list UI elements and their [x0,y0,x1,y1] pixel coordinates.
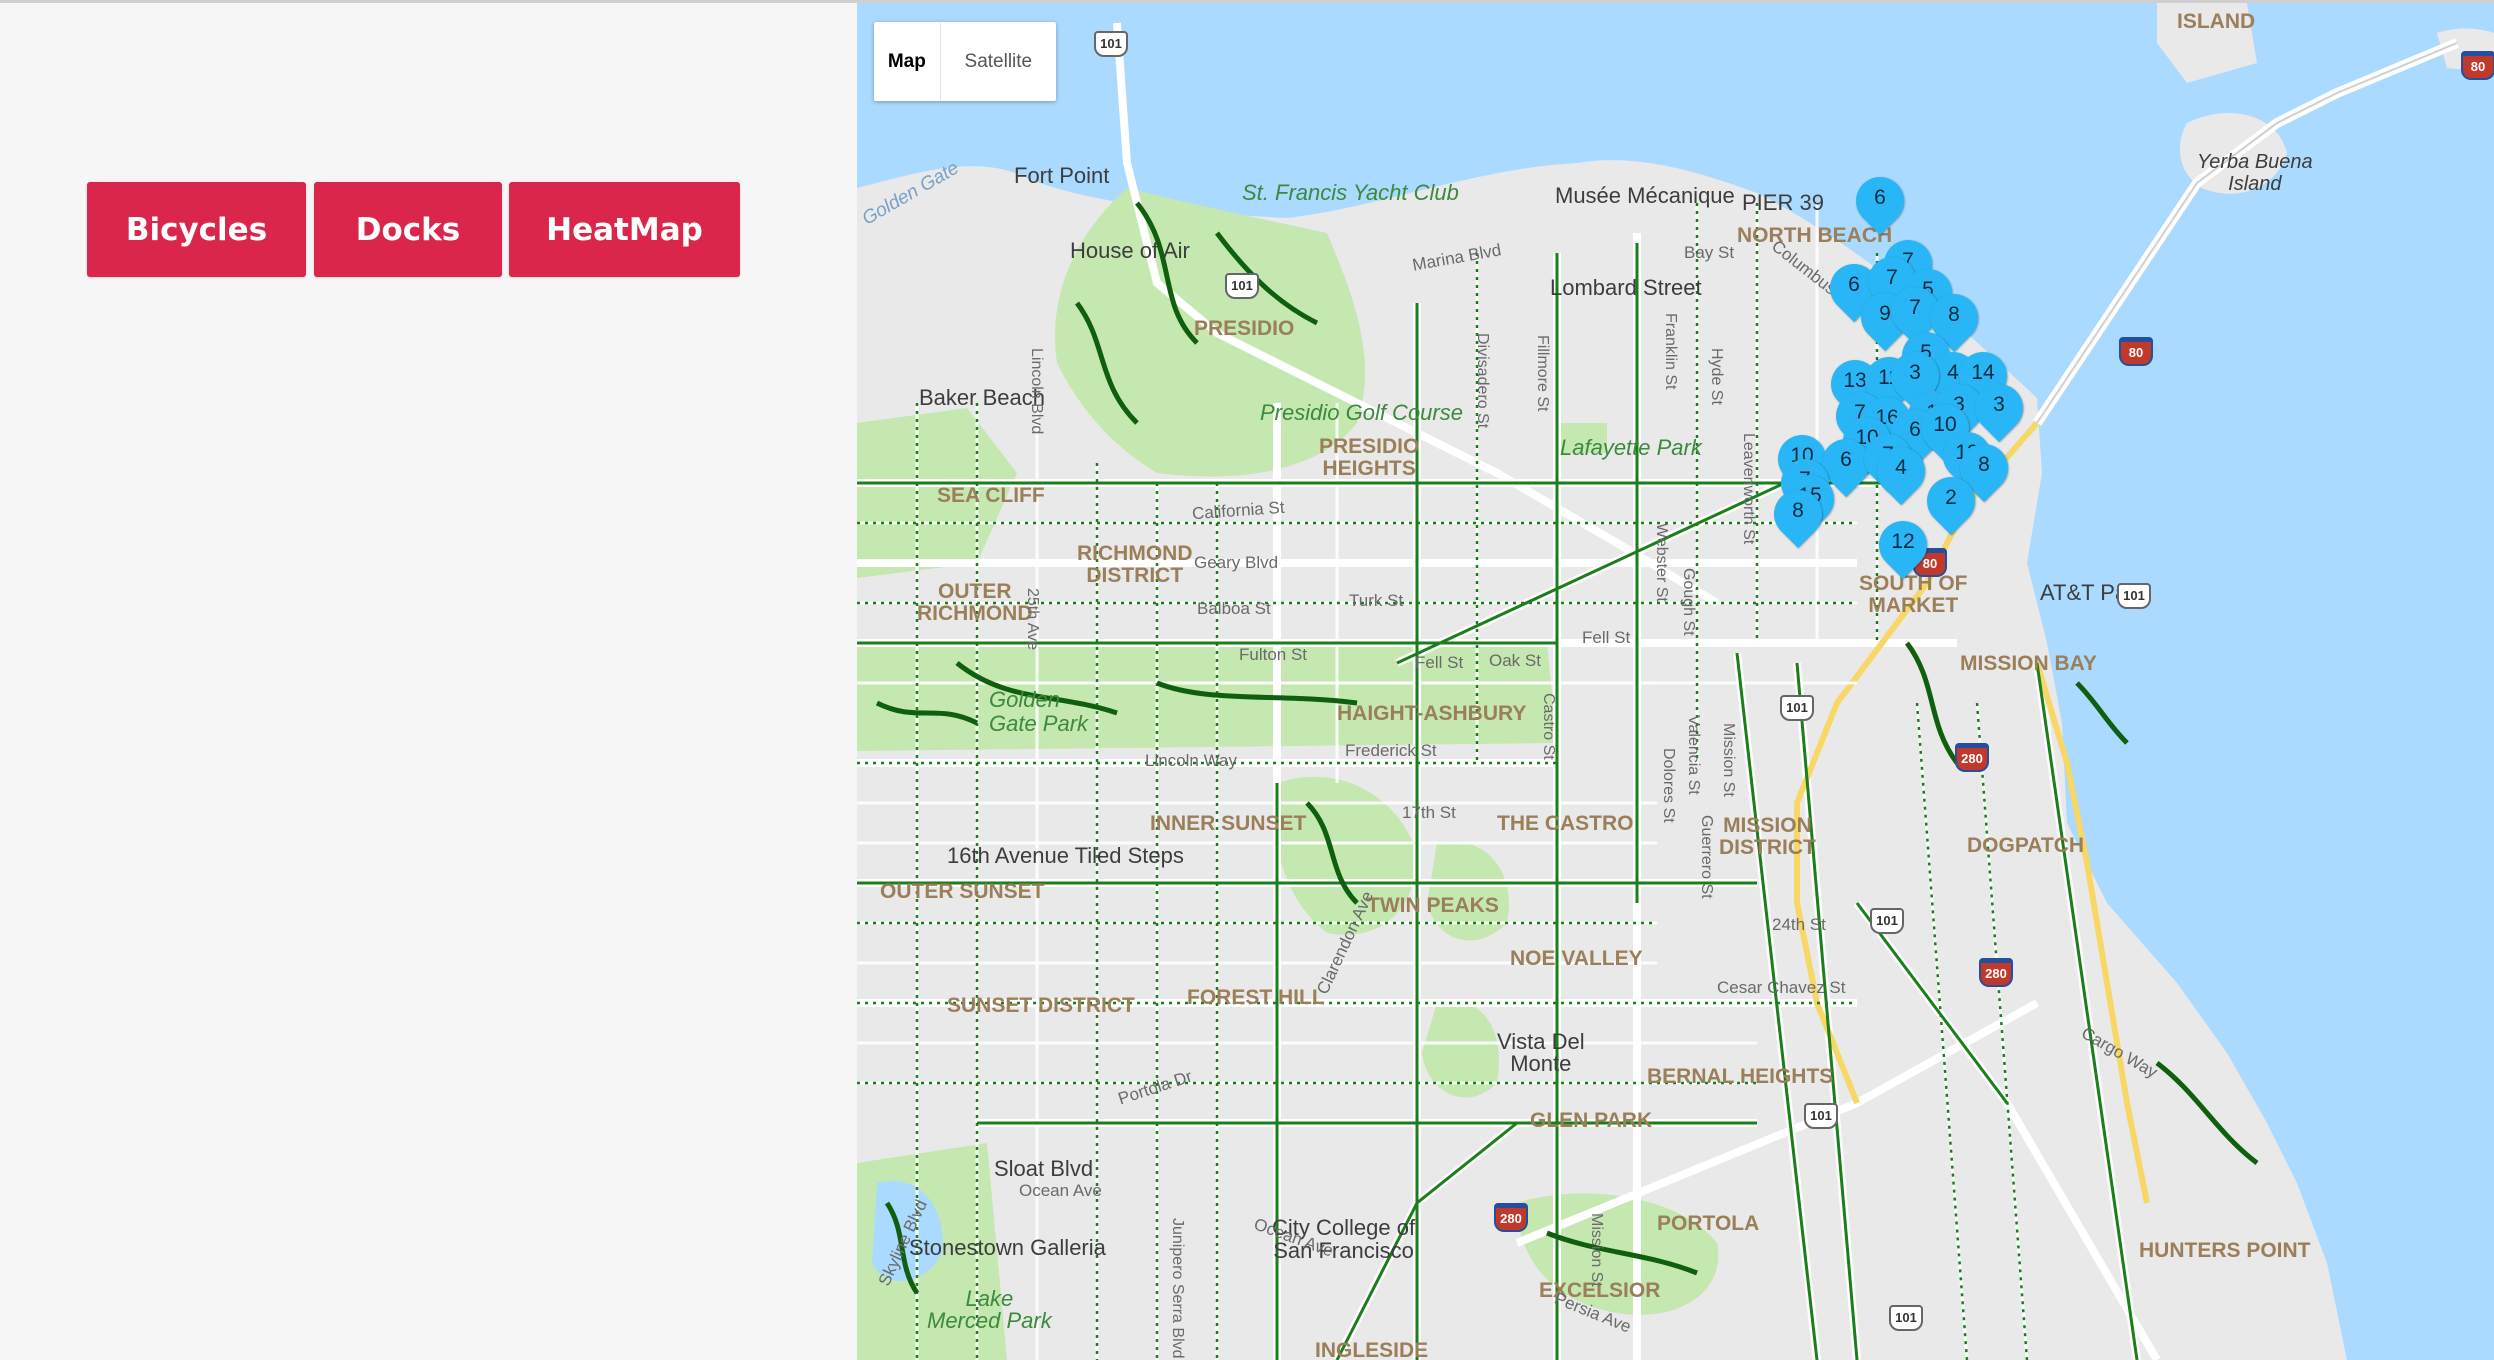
label-twin-peaks: TWIN PEAKS [1367,894,1499,917]
label-mission-st-south: Mission St [1588,1213,1605,1287]
label-bay-st: Bay St [1684,243,1735,262]
label-north-beach: NORTH BEACH [1737,224,1893,247]
label-balboa-st: Balboa St [1197,599,1271,618]
docks-button[interactable]: Docks [314,182,502,277]
label-oak-st: Oak St [1489,651,1541,670]
map-type-control: Map Satellite [874,22,1056,101]
label-bernal-heights: BERNAL HEIGHTS [1647,1065,1834,1088]
label-fulton-st: Fulton St [1239,645,1308,664]
highway-101-shield: 101 [1870,908,1904,934]
label-south-of-market: SOUTH OF MARKET [1859,572,1968,617]
label-ocean-ave: Ocean Ave [1019,1181,1102,1200]
label-16th-avenue-tiled-steps: 16th Avenue Tiled Steps [947,843,1184,868]
label-richmond-district: RICHMOND DISTRICT [1077,542,1193,587]
label-leavenworth-st: Leavenworth St [1740,433,1757,545]
label-fillmore-st: Fillmore St [1534,335,1551,412]
map-type-satellite-button[interactable]: Satellite [941,22,1056,101]
interstate-280-shield: 280 [1494,1203,1528,1232]
highway-101-shield: 101 [1889,1305,1923,1331]
highway-101-shield: 101 [1804,1103,1838,1129]
label-island: ISLAND [2177,10,2256,33]
label-frederick-st: Frederick St [1345,741,1437,760]
label-lafayette-park: Lafayette Park [1560,435,1702,460]
interstate-280-shield: 280 [1955,743,1989,772]
station-marker[interactable]: 2 [1917,467,1985,535]
label-inner-sunset: INNER SUNSET [1150,812,1307,835]
label-hunters-point: HUNTERS POINT [2139,1239,2311,1262]
label-ingleside: INGLESIDE [1315,1339,1429,1360]
label-turk-st: Turk St [1349,591,1404,610]
highway-101-shield: 101 [2117,583,2151,609]
label-outer-richmond: OUTER RICHMOND [917,580,1033,625]
label-sloat-blvd: Sloat Blvd [994,1156,1094,1181]
label-lincoln-blvd: Lincoln Blvd [1028,348,1045,435]
heatmap-button[interactable]: HeatMap [509,182,740,277]
bicycles-button[interactable]: Bicycles [87,182,306,277]
label-lombard-street: Lombard Street [1550,275,1702,300]
label-outer-sunset: OUTER SUNSET [880,880,1045,903]
label-cesar-chavez-st: Cesar Chavez St [1717,978,1846,997]
label-dolores-st: Dolores St [1660,748,1677,823]
map-type-map-button[interactable]: Map [874,22,941,101]
label-gough-st: Gough St [1680,568,1697,636]
label-geary-blvd: Geary Blvd [1194,553,1279,572]
label-mission-st: Mission St [1720,723,1737,797]
label-sea-cliff: SEA CLIFF [937,484,1045,507]
label-forest-hill: FOREST HILL [1187,986,1325,1009]
label-valencia-st: Valencia St [1685,715,1702,795]
label-junipero-serra-blvd: Junipero Serra Blvd [1169,1218,1186,1359]
station-marker[interactable]: 4 [1867,437,1935,505]
label-mission-district: MISSION DISTRICT [1719,814,1816,859]
label-yerba-buena: Yerba Buena Island [2197,151,2313,195]
label-presidio-heights: PRESIDIO HEIGHTS [1319,435,1420,480]
label-24th-st: 24th St [1772,915,1826,934]
label-25th-ave: 25th Ave [1024,588,1041,650]
map-view[interactable]: Map Satellite ISLAND Yerba Buena Island … [857,3,2494,1360]
label-haight-ashbury: HAIGHT-ASHBURY [1337,702,1527,725]
label-presidio: PRESIDIO [1194,317,1295,340]
station-marker[interactable]: 8 [1764,480,1832,548]
label-fell-st-east: Fell St [1582,628,1631,647]
label-glen-park: GLEN PARK [1530,1109,1653,1132]
label-st-francis-yacht-club: St. Francis Yacht Club [1242,180,1459,205]
label-castro-st: Castro St [1540,693,1557,760]
label-house-of-air: House of Air [1070,238,1190,263]
control-panel: Bicycles Docks HeatMap [0,3,857,1360]
label-portola: PORTOLA [1657,1212,1760,1235]
interstate-80-shield: 80 [2461,51,2494,80]
station-marker[interactable]: 6 [1846,167,1914,235]
label-noe-valley: NOE VALLEY [1510,947,1643,970]
label-divisadero-st: Divisadero St [1474,333,1491,429]
highway-101-shield: 101 [1094,31,1128,57]
label-17th-st: 17th St [1402,803,1456,822]
label-the-castro: THE CASTRO [1497,812,1634,835]
label-hyde-st: Hyde St [1708,348,1725,405]
label-lake-merced-park: Lake Merced Park [927,1286,1052,1333]
label-franklin-st: Franklin St [1662,313,1679,390]
interstate-280-shield: 280 [1979,958,2013,987]
label-vista-del-monte: Vista Del Monte [1497,1029,1585,1076]
label-mission-bay: MISSION BAY [1960,652,2097,675]
label-presidio-golf-course: Presidio Golf Course [1260,400,1463,425]
station-marker[interactable]: 12 [1869,511,1937,579]
highway-101-shield: 101 [1225,273,1259,299]
label-lincoln-way: Lincoln Way [1145,751,1237,770]
highway-101-shield: 101 [1780,695,1814,721]
label-fort-point: Fort Point [1014,163,1110,188]
label-pier-39: PIER 39 [1742,190,1824,215]
station-marker[interactable]: 3 [1965,374,2033,442]
label-guerrero-st: Guerrero St [1698,815,1715,899]
label-webster-st: Webster St [1653,523,1670,602]
label-sunset-district: SUNSET DISTRICT [947,994,1135,1017]
label-fell-st: Fell St [1415,653,1464,672]
label-musee-mecanique: Musée Mécanique [1555,183,1735,208]
interstate-80-shield: 80 [2119,337,2153,366]
label-dogpatch: DOGPATCH [1967,834,2085,857]
label-golden-gate-park: Golden Gate Park [989,687,1089,736]
label-stonestown-galleria: Stonestown Galleria [909,1235,1106,1260]
